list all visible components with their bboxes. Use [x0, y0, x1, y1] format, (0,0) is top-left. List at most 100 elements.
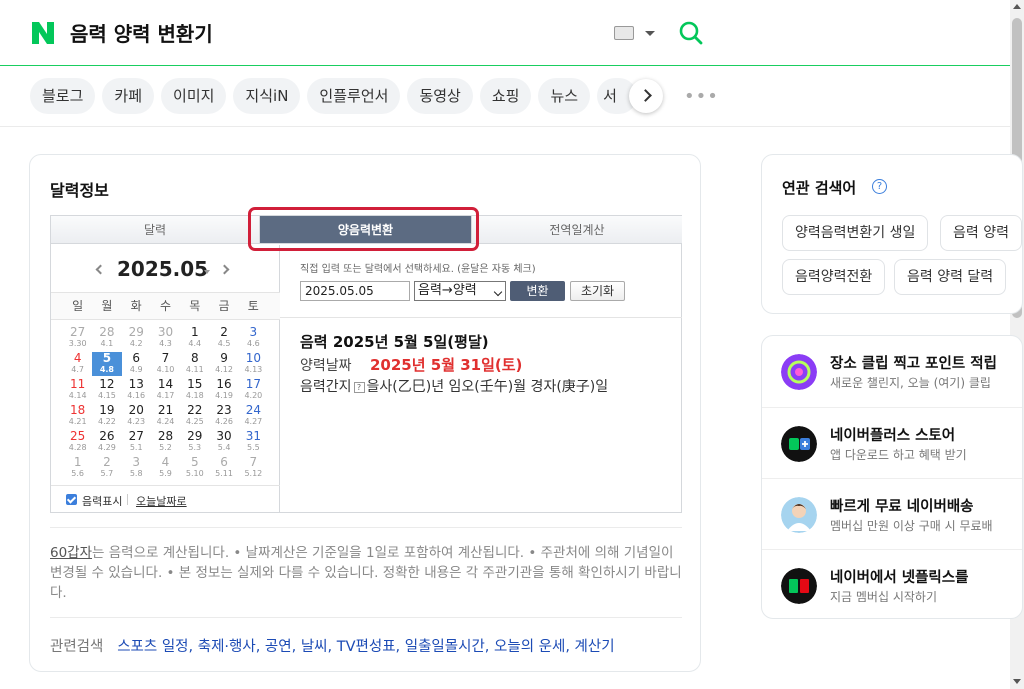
calendar-day[interactable]: 19 4.22: [92, 404, 121, 428]
calendar-day[interactable]: 13 4.16: [122, 378, 151, 402]
calendar-day[interactable]: 27 5.1: [122, 430, 151, 454]
day-number: 10: [245, 351, 261, 365]
related-link-sunrise[interactable]: 일출일몰시간: [405, 639, 485, 655]
calendar-day[interactable]: 17 4.20: [239, 378, 268, 402]
calendar-day[interactable]: 21 4.24: [151, 404, 180, 428]
calendar-day[interactable]: 29 4.2: [122, 326, 151, 350]
calendar-day[interactable]: 8 4.11: [180, 352, 209, 376]
calendar-day[interactable]: 28 5.2: [151, 430, 180, 454]
tab-news[interactable]: 뉴스: [538, 78, 591, 114]
tab-calendar[interactable]: 달력: [51, 216, 260, 244]
calendar-day[interactable]: 27 3.30: [63, 326, 92, 350]
calendar-day[interactable]: 14 4.17: [151, 378, 180, 402]
day-number: 3: [249, 325, 258, 339]
calendar-day[interactable]: 6 5.11: [209, 456, 238, 480]
calendar-day[interactable]: 3 4.6: [239, 326, 268, 350]
calendar-day[interactable]: 26 4.29: [92, 430, 121, 454]
more-icon[interactable]: •••: [684, 88, 719, 106]
related-keyword[interactable]: 양력음력변환기 생일: [782, 215, 929, 251]
calendar-day[interactable]: 7 4.10: [151, 352, 180, 376]
naver-logo-icon[interactable]: [30, 20, 56, 46]
related-link-calculator[interactable]: 계산기: [575, 639, 615, 655]
month-dropdown-icon[interactable]: [204, 270, 210, 274]
calendar-day[interactable]: 29 5.3: [180, 430, 209, 454]
calendar-day[interactable]: 2 4.5: [209, 326, 238, 350]
day-number: 7: [249, 455, 258, 469]
help-icon[interactable]: ?: [353, 382, 365, 393]
calendar-day[interactable]: 23 4.26: [209, 404, 238, 428]
search-query[interactable]: 음력 양력 변환기: [70, 18, 213, 47]
sexagenary-term-link[interactable]: 60갑자: [50, 545, 92, 561]
chevron-down-icon[interactable]: [645, 31, 655, 36]
tab-image[interactable]: 이미지: [161, 78, 227, 114]
calendar-day[interactable]: 3 5.8: [122, 456, 151, 480]
go-today-link[interactable]: 오늘날짜로: [136, 493, 187, 509]
tab-discharge-date[interactable]: 전역일계산: [471, 216, 682, 244]
promo-item[interactable]: 네이버플러스 스토어 앱 다운로드 하고 혜택 받기: [762, 407, 1022, 478]
promo-item[interactable]: 빠르게 무료 네이버배송 멤버십 만원 이상 구매 시 무료배: [762, 478, 1022, 549]
date-input[interactable]: 2025.05.05: [300, 281, 410, 301]
related-link-festival[interactable]: 축제·행사: [198, 639, 256, 655]
lunar-date: 4.29: [98, 443, 116, 452]
related-link-weather[interactable]: 날씨: [301, 639, 328, 655]
related-keyword[interactable]: 음력 양력: [940, 215, 1022, 251]
calendar-day[interactable]: 6 4.9: [122, 352, 151, 376]
calendar-day[interactable]: 11 4.14: [63, 378, 92, 402]
calendar-day[interactable]: 24 4.27: [239, 404, 268, 428]
calendar-day[interactable]: 20 4.23: [122, 404, 151, 428]
calendar-day[interactable]: 10 4.13: [239, 352, 268, 376]
related-keyword[interactable]: 음력 양력 달력: [894, 259, 1007, 295]
calendar-day[interactable]: 16 4.19: [209, 378, 238, 402]
tab-kin[interactable]: 지식iN: [233, 78, 301, 114]
lunar-display-label[interactable]: 음력표시: [82, 493, 122, 509]
help-icon[interactable]: ?: [872, 179, 887, 194]
calendar-day[interactable]: 2 5.7: [92, 456, 121, 480]
scroll-down-icon[interactable]: [1013, 679, 1021, 684]
calendar-day[interactable]: 18 4.21: [63, 404, 92, 428]
calendar-day[interactable]: 9 4.12: [209, 352, 238, 376]
day-number: 30: [216, 429, 232, 443]
calendar-day[interactable]: 1 5.6: [63, 456, 92, 480]
calendar-day[interactable]: 5 5.10: [180, 456, 209, 480]
prev-month-icon[interactable]: [95, 264, 106, 275]
promo-item[interactable]: 장소 클립 찍고 포인트 적립 새로운 챌린지, 오늘 (여기) 클립: [762, 336, 1022, 407]
calendar-month-title[interactable]: 2025.05: [117, 257, 208, 281]
lunar-display-checkbox[interactable]: [66, 494, 77, 505]
tab-cafe[interactable]: 카페: [102, 78, 155, 114]
tab-shopping[interactable]: 쇼핑: [479, 78, 532, 114]
tab-blog[interactable]: 블로그: [30, 78, 96, 114]
scroll-up-icon[interactable]: [1013, 4, 1021, 9]
related-link-tv[interactable]: TV편성표: [337, 639, 396, 655]
calendar-day[interactable]: 15 4.18: [180, 378, 209, 402]
reset-button[interactable]: 초기화: [570, 281, 625, 301]
convert-button[interactable]: 변환: [510, 281, 565, 301]
calendar-day[interactable]: 5 4.8: [92, 352, 122, 376]
calendar-day[interactable]: 30 5.4: [209, 430, 238, 454]
related-link-fortune[interactable]: 오늘의 운세: [494, 639, 565, 655]
related-keyword[interactable]: 음력양력전환: [782, 259, 886, 295]
tab-video[interactable]: 동영상: [407, 78, 473, 114]
day-number: 5: [190, 455, 199, 469]
calendar-day[interactable]: 7 5.12: [239, 456, 268, 480]
calendar-day[interactable]: 25 4.28: [63, 430, 92, 454]
calendar-day[interactable]: 4 4.7: [63, 352, 92, 376]
tab-influencer[interactable]: 인플루언서: [307, 78, 401, 114]
related-link-sports[interactable]: 스포츠 일정: [117, 639, 188, 655]
calendar-day[interactable]: 30 4.3: [151, 326, 180, 350]
chevron-right-icon[interactable]: [629, 79, 663, 113]
convert-direction-select[interactable]: 음력→양력: [414, 281, 506, 301]
calendar-day[interactable]: 4 5.9: [151, 456, 180, 480]
search-icon[interactable]: [678, 20, 704, 46]
result-label: 양력날짜: [300, 358, 352, 374]
calendar-day[interactable]: 28 4.1: [92, 326, 121, 350]
day-number: 28: [157, 429, 174, 443]
calendar-day[interactable]: 22 4.25: [180, 404, 209, 428]
promo-item[interactable]: 네이버에서 넷플릭스를 지금 멤버십 시작하기: [762, 549, 1022, 618]
calendar-day[interactable]: 31 5.5: [239, 430, 268, 454]
calendar-day[interactable]: 1 4.4: [180, 326, 209, 350]
calendar-day[interactable]: 12 4.15: [92, 378, 121, 402]
next-month-icon[interactable]: [219, 264, 230, 275]
related-link-performance[interactable]: 공연: [265, 639, 292, 655]
lunar-date: 4.11: [185, 365, 204, 374]
keyboard-icon[interactable]: [614, 26, 634, 40]
